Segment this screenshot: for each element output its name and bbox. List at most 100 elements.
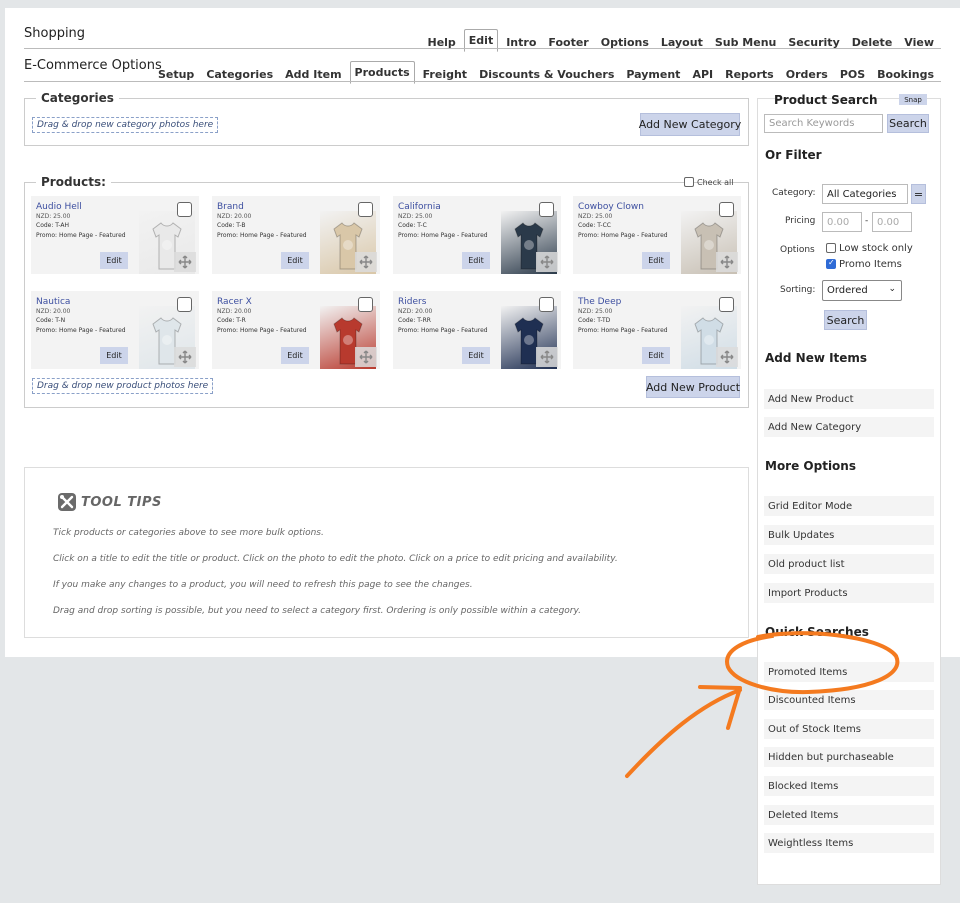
sidebar-add-new-category[interactable]: Add New Category xyxy=(764,417,934,437)
product-price[interactable]: NZD: 25.00 xyxy=(36,213,70,220)
search-input[interactable]: Search Keywords xyxy=(764,114,883,133)
move-handle-icon[interactable] xyxy=(536,252,558,272)
tab-delete[interactable]: Delete xyxy=(848,32,897,52)
sidebar-bulk-updates[interactable]: Bulk Updates xyxy=(764,525,934,545)
product-checkbox[interactable] xyxy=(719,297,734,312)
chevron-down-icon: ⌄ xyxy=(888,284,896,294)
sidebar-add-new-product[interactable]: Add New Product xyxy=(764,389,934,409)
page-title: Shopping xyxy=(24,26,86,41)
product-edit-button[interactable]: Edit xyxy=(100,252,128,269)
product-price[interactable]: NZD: 25.00 xyxy=(398,213,432,220)
product-checkbox[interactable] xyxy=(358,297,373,312)
product-price[interactable]: NZD: 20.00 xyxy=(217,308,251,315)
move-handle-icon[interactable] xyxy=(536,347,558,367)
tooltip-line: Drag and drop sorting is possible, but y… xyxy=(53,606,581,616)
product-edit-button[interactable]: Edit xyxy=(281,347,309,364)
product-title[interactable]: California xyxy=(398,202,441,212)
sidebar-import-products[interactable]: Import Products xyxy=(764,583,934,603)
category-select[interactable]: All Categories xyxy=(822,184,908,204)
product-price[interactable]: NZD: 25.00 xyxy=(578,213,612,220)
move-handle-icon[interactable] xyxy=(716,347,738,367)
categories-legend: Categories xyxy=(36,91,119,105)
filter-title: Or Filter xyxy=(765,148,822,162)
subheader-divider xyxy=(24,81,941,82)
tooltip-line: Tick products or categories above to see… xyxy=(53,528,324,538)
quick-search-deleted-items[interactable]: Deleted Items xyxy=(764,805,934,825)
product-card: Brand NZD: 20.00 Code: T-B Promo: Home Page… xyxy=(212,196,380,274)
move-handle-icon[interactable] xyxy=(174,347,196,367)
product-edit-button[interactable]: Edit xyxy=(281,252,309,269)
product-title[interactable]: Riders xyxy=(398,297,426,307)
product-price[interactable]: NZD: 20.00 xyxy=(398,308,432,315)
price-to-input[interactable]: 0.00 xyxy=(872,212,912,232)
product-title[interactable]: Cowboy Clown xyxy=(578,202,644,212)
quick-search-promoted-items[interactable]: Promoted Items xyxy=(764,662,934,682)
sidebar-grid-editor-mode[interactable]: Grid Editor Mode xyxy=(764,496,934,516)
search-button[interactable]: Search xyxy=(887,114,929,133)
sorting-select[interactable]: Ordered ⌄ xyxy=(822,280,902,301)
add-new-product-button[interactable]: Add New Product xyxy=(646,376,740,398)
tab-footer[interactable]: Footer xyxy=(544,32,592,52)
product-price[interactable]: NZD: 20.00 xyxy=(217,213,251,220)
product-title[interactable]: The Deep xyxy=(578,297,621,307)
product-card: Riders NZD: 20.00 Code: T-RR Promo: Home Pa… xyxy=(393,291,561,369)
tab-view[interactable]: View xyxy=(900,32,938,52)
sorting-value: Ordered xyxy=(827,285,868,296)
product-code: Code: T-AH xyxy=(36,222,70,229)
quick-search-hidden-purchaseable[interactable]: Hidden but purchaseable xyxy=(764,747,934,767)
product-title[interactable]: Racer X xyxy=(217,297,252,307)
quick-search-out-of-stock[interactable]: Out of Stock Items xyxy=(764,719,934,739)
product-code: Code: T-CC xyxy=(578,222,611,229)
section-title: E-Commerce Options xyxy=(24,58,162,73)
product-promo: Promo: Home Page - Featured xyxy=(398,232,488,239)
product-price[interactable]: NZD: 25.00 xyxy=(578,308,612,315)
move-handle-icon[interactable] xyxy=(355,252,377,272)
tab-intro[interactable]: Intro xyxy=(502,32,540,52)
quick-search-discounted-items[interactable]: Discounted Items xyxy=(764,690,934,710)
tab-options[interactable]: Options xyxy=(597,32,653,52)
product-promo: Promo: Home Page - Featured xyxy=(398,327,488,334)
price-from-input[interactable]: 0.00 xyxy=(822,212,862,232)
product-checkbox[interactable] xyxy=(177,297,192,312)
quick-search-blocked-items[interactable]: Blocked Items xyxy=(764,776,934,796)
product-promo: Promo: Home Page - Featured xyxy=(578,232,668,239)
sidebar-old-product-list[interactable]: Old product list xyxy=(764,554,934,574)
product-checkbox[interactable] xyxy=(358,202,373,217)
tab-security[interactable]: Security xyxy=(784,32,843,52)
filter-search-button[interactable]: Search xyxy=(824,310,867,330)
move-handle-icon[interactable] xyxy=(716,252,738,272)
product-edit-button[interactable]: Edit xyxy=(462,347,490,364)
product-checkbox[interactable] xyxy=(177,202,192,217)
add-new-category-button[interactable]: Add New Category xyxy=(639,113,741,136)
move-handle-icon[interactable] xyxy=(355,347,377,367)
quick-search-weightless-items[interactable]: Weightless Items xyxy=(764,833,934,853)
product-checkbox[interactable] xyxy=(539,202,554,217)
product-checkbox[interactable] xyxy=(539,297,554,312)
product-edit-button[interactable]: Edit xyxy=(642,347,670,364)
product-title[interactable]: Nautica xyxy=(36,297,70,307)
promo-items-checkbox[interactable] xyxy=(826,258,836,269)
equals-button[interactable]: = xyxy=(911,184,926,204)
product-edit-button[interactable]: Edit xyxy=(462,252,490,269)
category-dropzone[interactable]: Drag & drop new category photos here xyxy=(32,117,219,133)
product-dropzone[interactable]: Drag & drop new product photos here xyxy=(32,378,214,394)
tab-help[interactable]: Help xyxy=(423,32,459,52)
products-legend: Products: xyxy=(36,175,111,189)
product-title[interactable]: Brand xyxy=(217,202,244,212)
product-edit-button[interactable]: Edit xyxy=(100,347,128,364)
snap-button[interactable]: Snap xyxy=(899,94,927,105)
low-stock-checkbox[interactable] xyxy=(826,243,836,253)
check-all[interactable]: Check all xyxy=(684,177,734,187)
move-handle-icon[interactable] xyxy=(174,252,196,272)
product-code: Code: T-RR xyxy=(398,317,431,324)
product-edit-button[interactable]: Edit xyxy=(642,252,670,269)
product-price[interactable]: NZD: 20.00 xyxy=(36,308,70,315)
product-card: Cowboy Clown NZD: 25.00 Code: T-CC Promo: H… xyxy=(573,196,741,274)
product-checkbox[interactable] xyxy=(719,202,734,217)
check-all-checkbox[interactable] xyxy=(684,177,694,187)
tooltips-header: TOOL TIPS xyxy=(57,492,162,512)
tab-sub-menu[interactable]: Sub Menu xyxy=(711,32,781,52)
tooltips-title: TOOL TIPS xyxy=(81,494,162,510)
tab-layout[interactable]: Layout xyxy=(657,32,707,52)
product-title[interactable]: Audio Hell xyxy=(36,202,82,212)
